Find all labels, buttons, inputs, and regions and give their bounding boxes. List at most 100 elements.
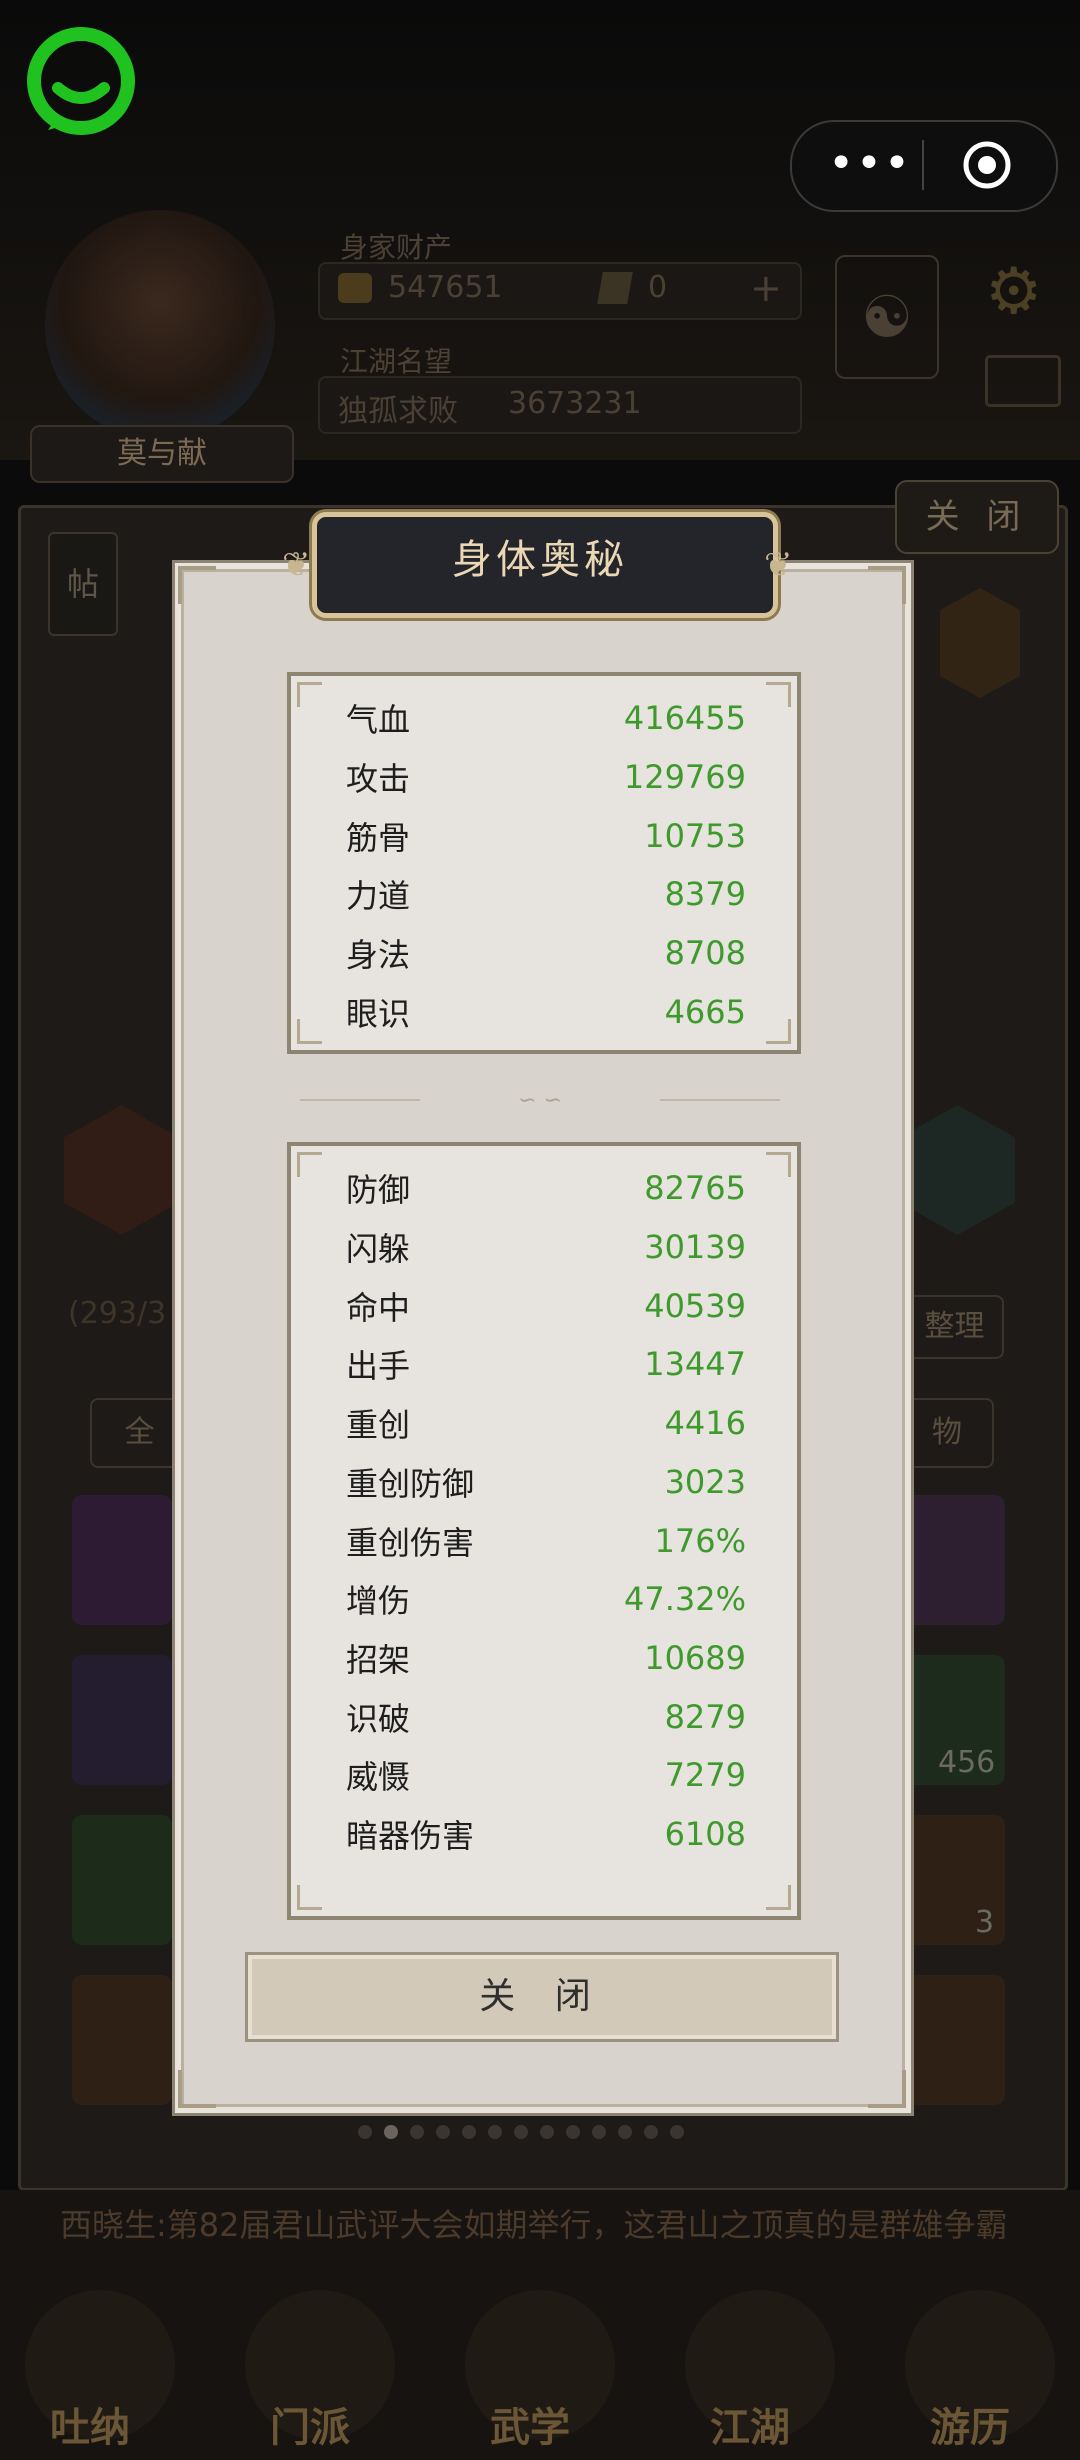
stat-value: 416455 (623, 699, 746, 737)
title-ornament-left: ❦ (282, 545, 311, 585)
tab-items[interactable]: 物 (900, 1398, 994, 1468)
reputation-label: 江湖名望 (340, 345, 453, 378)
stat-row: 暗器伤害 6108 (346, 1806, 746, 1862)
page-dot (488, 2125, 502, 2139)
box-corner (297, 1152, 322, 1177)
stat-row: 增伤 47.32% (346, 1571, 746, 1627)
reputation-value: 3673231 (508, 386, 642, 421)
inventory-slot[interactable] (72, 1815, 172, 1945)
record-icon[interactable] (962, 140, 1012, 190)
stat-row: 筋骨 10753 (346, 808, 746, 864)
notice-tag[interactable]: 帖 (48, 532, 118, 636)
more-menu-button[interactable]: ••• (820, 130, 920, 196)
stat-row: 防御 82765 (346, 1160, 746, 1216)
chat-logo-icon[interactable] (26, 26, 136, 136)
bag-capacity: (293/3 (68, 1296, 167, 1331)
inventory-slot[interactable] (72, 1975, 172, 2105)
background-close-button[interactable]: 关 闭 (895, 480, 1059, 554)
nav-menpai[interactable]: 门派 (270, 2395, 350, 2453)
nav-youli[interactable]: 游历 (930, 2395, 1010, 2453)
page-dot (384, 2125, 398, 2139)
stat-value: 4665 (664, 993, 746, 1031)
stat-name: 闪躲 (346, 1230, 411, 1268)
inventory-slot[interactable] (905, 1975, 1005, 2105)
stat-value: 3023 (664, 1463, 746, 1501)
stat-row: 出手 13447 (346, 1336, 746, 1392)
nav-wuxue[interactable]: 武学 (490, 2395, 570, 2453)
page-dot (358, 2125, 372, 2139)
news-ticker: 西晓生:第82届君山武评大会如期举行，这君山之顶真的是群雄争霸 (60, 2206, 1008, 2244)
gold-amount: 547651 (388, 270, 503, 305)
stat-name: 重创 (346, 1406, 411, 1444)
dialog-title: 身体奥秘 (452, 537, 628, 583)
box-corner (766, 1885, 791, 1910)
inventory-slot[interactable] (905, 1495, 1005, 1625)
title-ornament-right: ❦ (764, 545, 793, 585)
add-currency-button[interactable]: + (750, 266, 782, 310)
gear-icon[interactable]: ⚙ (985, 255, 1042, 329)
stat-name: 气血 (346, 701, 411, 739)
inventory-slot[interactable] (72, 1655, 172, 1785)
page-dot (410, 2125, 424, 2139)
stat-value: 176% (654, 1522, 746, 1560)
stat-row: 眼识 4665 (346, 984, 746, 1040)
stat-value: 40539 (644, 1287, 746, 1325)
stat-row: 重创 4416 (346, 1395, 746, 1451)
emblem-icon[interactable] (940, 588, 1020, 698)
gold-ingot-icon (338, 273, 372, 303)
inventory-slot[interactable] (72, 1495, 172, 1625)
reputation-title: 独孤求败 (338, 394, 458, 429)
stat-row: 力道 8379 (346, 866, 746, 922)
stat-name: 眼识 (346, 995, 411, 1033)
stat-value: 10753 (644, 817, 746, 855)
stat-name: 招架 (346, 1641, 411, 1679)
stat-value: 13447 (644, 1345, 746, 1383)
box-corner (297, 682, 322, 707)
corner-ornament (868, 2070, 906, 2108)
divider-line (300, 1099, 420, 1101)
stat-row: 命中 40539 (346, 1278, 746, 1334)
stat-row: 重创防御 3023 (346, 1454, 746, 1510)
page-dot (462, 2125, 476, 2139)
stat-row: 攻击 129769 (346, 749, 746, 805)
base-stats-box: 气血 416455 攻击 129769 筋骨 10753 力道 8379 身法 8708 … (287, 672, 801, 1054)
divider-line (660, 1099, 780, 1101)
stat-value: 4416 (664, 1404, 746, 1442)
wealth-label: 身家财产 (340, 231, 453, 264)
nav-tuna[interactable]: 吐纳 (50, 2395, 130, 2453)
stat-value: 8379 (664, 875, 746, 913)
stat-row: 身法 8708 (346, 925, 746, 981)
close-button[interactable]: 关 闭 (245, 1952, 839, 2042)
box-corner (766, 682, 791, 707)
sort-button[interactable]: 整理 (905, 1295, 1004, 1359)
stat-name: 力道 (346, 877, 411, 915)
item-quantity: 456 (938, 1745, 996, 1780)
page-dot (436, 2125, 450, 2139)
stat-row: 闪躲 30139 (346, 1219, 746, 1275)
stat-row: 重创伤害 176% (346, 1513, 746, 1569)
corner-ornament (178, 2070, 216, 2108)
mail-icon[interactable] (985, 355, 1061, 407)
page-dot (644, 2125, 658, 2139)
stat-value: 6108 (664, 1815, 746, 1853)
capsule-divider (922, 140, 924, 190)
corner-ornament (178, 566, 216, 604)
yin-yang-icon[interactable]: ☯ (835, 255, 939, 379)
stat-row: 气血 416455 (346, 690, 746, 746)
divider-ornament: ∽ ∽ (518, 1087, 562, 1113)
corner-ornament (868, 566, 906, 604)
section-divider: ∽ ∽ (300, 1087, 780, 1113)
page-dot (592, 2125, 606, 2139)
nav-jianghu[interactable]: 江湖 (710, 2395, 790, 2453)
box-corner (766, 1152, 791, 1177)
combat-stats-list[interactable]: 防御 82765 闪躲 30139 命中 40539 出手 13447 重创 4416 重… (287, 1142, 801, 1920)
stat-name: 增伤 (346, 1582, 411, 1620)
box-corner (766, 1019, 791, 1044)
stat-name: 重创伤害 (346, 1524, 475, 1562)
stat-value: 82765 (644, 1169, 746, 1207)
avatar[interactable] (45, 210, 275, 440)
stat-name: 识破 (346, 1700, 411, 1738)
stat-name: 筋骨 (346, 819, 411, 857)
stat-row: 识破 8279 (346, 1689, 746, 1745)
stat-name: 威慑 (346, 1758, 411, 1796)
